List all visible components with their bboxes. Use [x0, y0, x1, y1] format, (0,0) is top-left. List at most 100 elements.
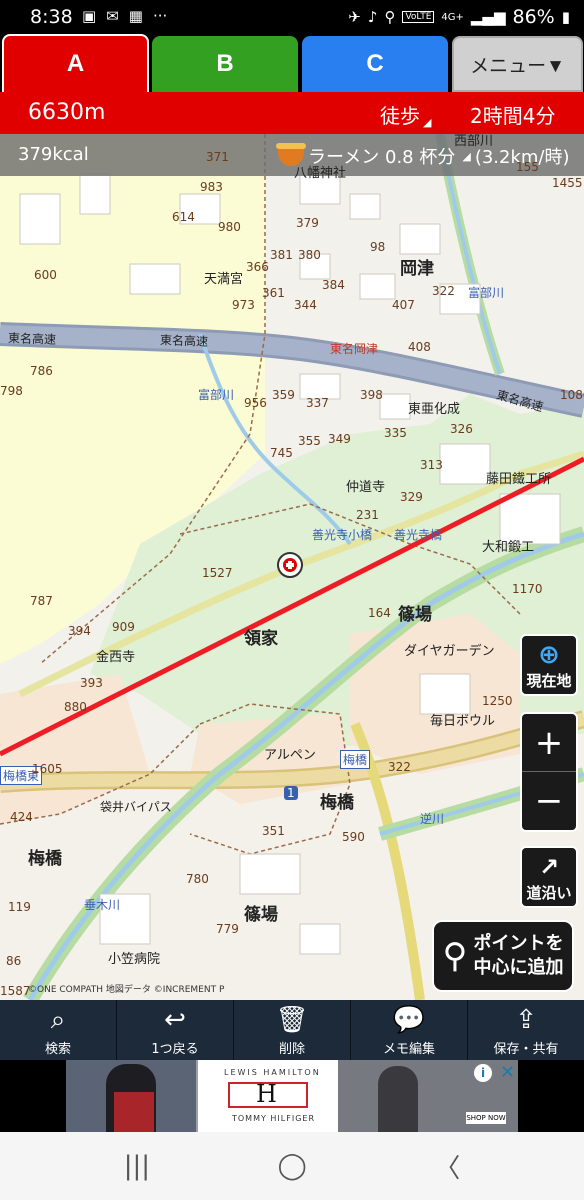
facility-label: 毎日ボウル [430, 714, 496, 729]
elevation-label: 326 [450, 422, 473, 436]
elevation-label: 381 [270, 248, 293, 262]
add-point-button[interactable]: ⚲ ポイントを 中心に追加 [432, 920, 574, 992]
ad-logo: H [256, 1080, 277, 1108]
home-icon[interactable]: ◯ [278, 1151, 307, 1181]
memo-edit-button[interactable]: 💬 メモ編集 [351, 1000, 468, 1060]
travel-mode-select[interactable]: 徒歩 ◢ [380, 100, 431, 129]
more-icon: ··· [152, 7, 168, 25]
elevation-label: 231 [356, 508, 379, 522]
travel-mode-label: 徒歩 [380, 104, 420, 128]
ad-info-icon[interactable]: i [474, 1064, 492, 1082]
elevation-label: 590 [342, 830, 365, 844]
elevation-label: 380 [298, 248, 321, 262]
undo-button[interactable]: ↩ 1つ戻る [117, 1000, 234, 1060]
facility-label: 藤田鐵工所 [486, 472, 552, 487]
menu-button[interactable]: メニュー▼ [452, 36, 583, 92]
search-label: 検索 [44, 1042, 71, 1057]
zoom-control: + − [520, 712, 578, 832]
mail-icon: ✉ [106, 7, 119, 25]
elevation-label: 614 [172, 210, 195, 224]
road-label: 東名高速 [159, 333, 209, 349]
elevation-label: 393 [80, 676, 103, 690]
road-label: 袋井バイパス [100, 800, 172, 814]
river-label: 逆川 [420, 812, 445, 826]
road-label: 東名高速 [7, 331, 57, 347]
facility-label: 東亜化成 [408, 402, 461, 417]
undo-label: 1つ戻る [151, 1042, 199, 1057]
battery-icon: ▮ [561, 8, 570, 26]
elevation-label: 98 [370, 240, 386, 254]
route-shield: 1 [284, 786, 298, 800]
elevation-label: 600 [34, 268, 57, 282]
save-share-label: 保存・共有 [493, 1042, 559, 1057]
system-icons: ✈ ♪ ⚲ VoLTE 4G+ ▂▄▆ 86% ▮ [348, 6, 570, 28]
zoom-in-button[interactable]: + [522, 714, 576, 773]
save-share-button[interactable]: ⇪ 保存・共有 [468, 1000, 584, 1060]
android-nav-bar: ||| ◯ 〈 [0, 1132, 584, 1200]
ad-close-icon[interactable]: ✕ [500, 1062, 515, 1083]
elevation-label: 351 [262, 824, 285, 838]
screen: 8:38 ▣ ✉ ▦ ··· ✈ ♪ ⚲ VoLTE 4G+ ▂▄▆ 86% ▮… [0, 0, 584, 1200]
status-bar: 8:38 ▣ ✉ ▦ ··· ✈ ♪ ⚲ VoLTE 4G+ ▂▄▆ 86% ▮ [0, 0, 584, 34]
ad-photo-left [66, 1060, 196, 1132]
elevation-label: 779 [216, 922, 239, 936]
elevation-label: 398 [360, 388, 383, 402]
elevation-label: 379 [296, 216, 319, 230]
map-view[interactable]: 379kcal ラーメン 0.8 杯分 ◢ (3.2km/時) 岡津 篠場 領家… [0, 134, 584, 1000]
place-label: 領家 [244, 629, 278, 649]
elevation-label: 424 [10, 810, 33, 824]
elevation-label: 349 [328, 432, 351, 446]
dropdown-triangle-icon: ◢ [462, 149, 471, 163]
elevation-label: 1250 [482, 694, 513, 708]
shrine-label: 天満宮 [204, 272, 244, 287]
current-location-button[interactable]: ⊕ 現在地 [520, 634, 578, 696]
add-point-label: ポイントを 中心に追加 [473, 932, 563, 980]
calorie-bar: 379kcal ラーメン 0.8 杯分 ◢ (3.2km/時) [0, 134, 584, 176]
along-road-label: 道沿い [526, 883, 572, 902]
hospital-label: 小笠病院 [108, 952, 161, 967]
signal-icon: ▂▄▆ [470, 8, 506, 26]
search-button[interactable]: ⌕ 検索 [0, 1000, 117, 1060]
elevation-label: 313 [420, 458, 443, 472]
route-distance: 6630m [28, 100, 106, 125]
place-label: 梅橋 [320, 793, 354, 813]
zoom-out-button[interactable]: − [522, 772, 576, 830]
along-road-button[interactable]: ↗ 道沿い [520, 846, 578, 908]
elevation-label: 344 [294, 298, 317, 312]
image-icon: ▣ [82, 7, 97, 25]
tab-route-a[interactable]: A [2, 34, 149, 92]
elevation-label: 86 [6, 954, 22, 968]
back-icon[interactable]: 〈 [434, 1148, 460, 1185]
current-location-label: 現在地 [526, 671, 572, 690]
elevation-label: 880 [64, 700, 87, 714]
elevation-label: 355 [298, 434, 321, 448]
facility-label: アルペン [264, 748, 316, 763]
undo-icon: ↩ [164, 1005, 186, 1035]
elevation-label: 973 [232, 298, 255, 312]
elevation-label: 335 [384, 426, 407, 440]
place-label: 梅橋 [28, 849, 62, 869]
ad-banner[interactable]: LEWIS HAMILTON H TOMMY HILFIGER SHOP NOW… [0, 1060, 584, 1132]
temple-label: 金西寺 [96, 650, 136, 665]
elevation-label: 329 [400, 490, 423, 504]
tab-route-c[interactable]: C [302, 36, 448, 92]
elevation-label: 371 [206, 150, 229, 164]
recent-apps-icon[interactable]: ||| [124, 1151, 150, 1181]
elevation-label: 1170 [512, 582, 543, 596]
delete-label: 削除 [278, 1042, 305, 1057]
ad-shop-now-button[interactable]: SHOP NOW [466, 1112, 506, 1124]
elevation-label: 361 [262, 286, 285, 300]
crosshair-icon: ⊕ [538, 639, 560, 670]
elevation-label: 337 [306, 396, 329, 410]
ad-creative[interactable]: LEWIS HAMILTON H TOMMY HILFIGER SHOP NOW [66, 1060, 518, 1132]
share-icon: ⇪ [515, 1005, 537, 1035]
shrine-label: 八幡神社 [294, 166, 347, 181]
river-label: 富部川 [198, 388, 235, 402]
river-label: 富部川 [468, 286, 505, 300]
elevation-label: 119 [8, 900, 31, 914]
tab-route-b[interactable]: B [152, 36, 298, 92]
delete-button[interactable]: 🗑 削除 [234, 1000, 351, 1060]
elevation-label: 909 [112, 620, 135, 634]
place-label: 篠場 [244, 905, 278, 925]
elevation-label: 359 [272, 388, 295, 402]
